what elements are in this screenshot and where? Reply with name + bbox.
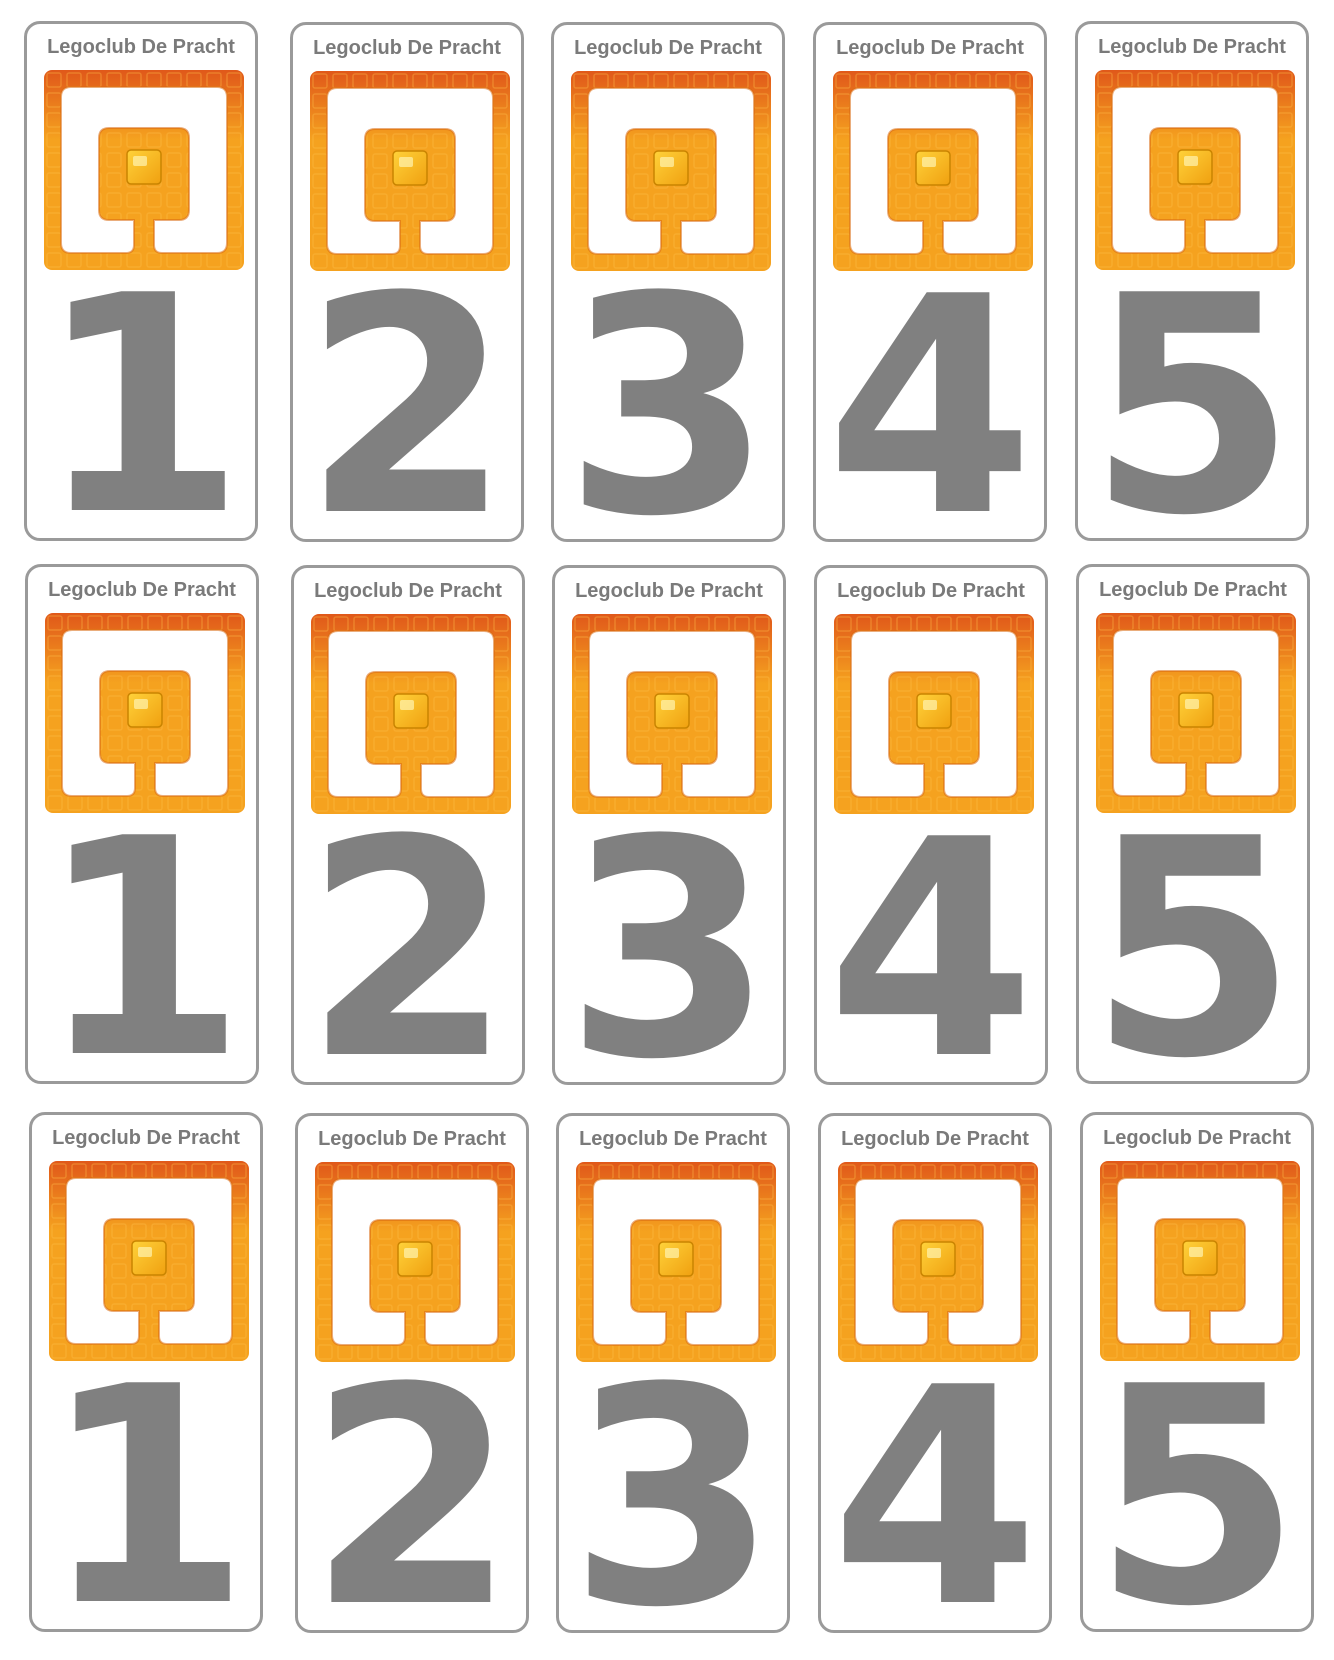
card-number: 3 — [568, 1324, 778, 1633]
number-card: Legoclub De Pracht 4 — [814, 565, 1048, 1085]
number-card: Legoclub De Pracht 1 — [29, 1112, 263, 1632]
card-number: 1 — [41, 1323, 251, 1632]
number-card: Legoclub De Pracht 5 — [1076, 564, 1310, 1084]
number-card: Legoclub De Pracht 1 — [25, 564, 259, 1084]
number-card: Legoclub De Pracht 4 — [813, 22, 1047, 542]
card-title: Legoclub De Pracht — [1099, 579, 1287, 601]
number-card: Legoclub De Pracht 3 — [552, 565, 786, 1085]
card-number: 4 — [826, 776, 1036, 1085]
card-title: Legoclub De Pracht — [575, 580, 763, 602]
number-card: Legoclub De Pracht 3 — [556, 1113, 790, 1633]
card-title: Legoclub De Pracht — [48, 579, 236, 601]
number-card: Legoclub De Pracht 1 — [24, 21, 258, 541]
card-title: Legoclub De Pracht — [841, 1128, 1029, 1150]
card-number: 2 — [307, 1324, 517, 1633]
card-number: 4 — [830, 1324, 1040, 1633]
number-card: Legoclub De Pracht 5 — [1075, 21, 1309, 541]
card-number: 4 — [825, 233, 1035, 542]
card-title: Legoclub De Pracht — [52, 1127, 240, 1149]
card-title: Legoclub De Pracht — [314, 580, 502, 602]
card-number: 3 — [564, 776, 774, 1085]
card-title: Legoclub De Pracht — [313, 37, 501, 59]
card-number: 5 — [1088, 775, 1298, 1084]
card-number: 3 — [563, 233, 773, 542]
card-title: Legoclub De Pracht — [47, 36, 235, 58]
card-title: Legoclub De Pracht — [574, 37, 762, 59]
card-sheet: Legoclub De Pracht 1 Legoclub De Pracht … — [0, 0, 1334, 1660]
number-card: Legoclub De Pracht 3 — [551, 22, 785, 542]
card-number: 2 — [303, 776, 513, 1085]
card-title: Legoclub De Pracht — [837, 580, 1025, 602]
card-title: Legoclub De Pracht — [318, 1128, 506, 1150]
number-card: Legoclub De Pracht 4 — [818, 1113, 1052, 1633]
number-card: Legoclub De Pracht 5 — [1080, 1112, 1314, 1632]
card-title: Legoclub De Pracht — [1098, 36, 1286, 58]
number-card: Legoclub De Pracht 2 — [291, 565, 525, 1085]
card-number: 1 — [37, 775, 247, 1084]
number-card: Legoclub De Pracht 2 — [290, 22, 524, 542]
card-number: 5 — [1092, 1323, 1302, 1632]
number-card: Legoclub De Pracht 2 — [295, 1113, 529, 1633]
card-title: Legoclub De Pracht — [1103, 1127, 1291, 1149]
card-number: 2 — [302, 233, 512, 542]
card-title: Legoclub De Pracht — [836, 37, 1024, 59]
card-title: Legoclub De Pracht — [579, 1128, 767, 1150]
card-number: 5 — [1087, 232, 1297, 541]
card-number: 1 — [36, 232, 246, 541]
